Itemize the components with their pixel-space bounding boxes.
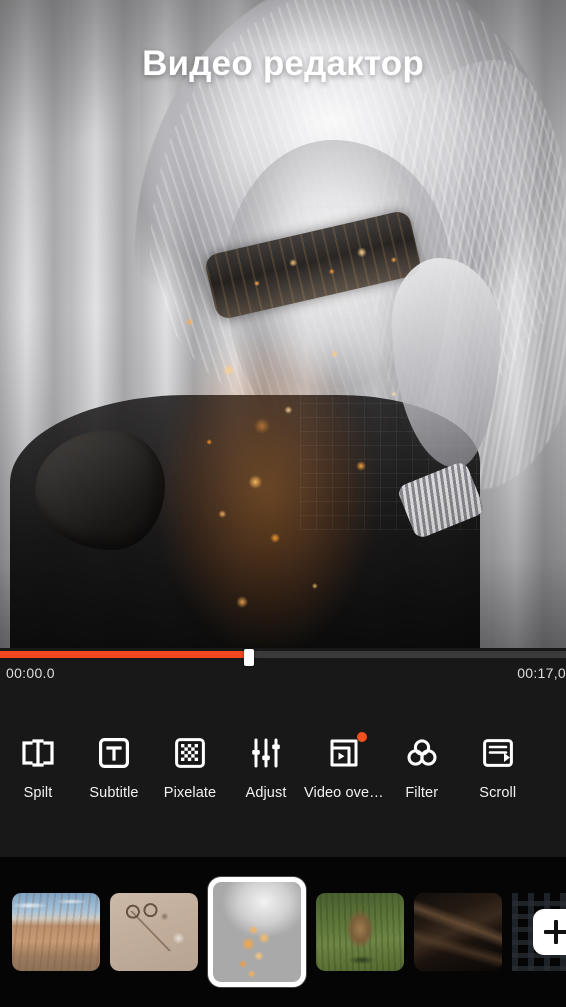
- tool-label: Video ove…: [304, 785, 384, 801]
- clip-image-desert-canyon: [12, 893, 100, 971]
- progress-thumb[interactable]: [244, 649, 255, 666]
- clip-thumbnail[interactable]: [12, 893, 100, 971]
- notification-badge: [356, 732, 367, 742]
- video-preview[interactable]: Видео редактор: [0, 0, 566, 648]
- progress-fill: [0, 651, 250, 658]
- subtitle-icon: [94, 733, 134, 773]
- tool-label: Filter: [405, 785, 439, 801]
- filter-icon: [402, 733, 442, 773]
- tool-label: Pixelate: [163, 785, 217, 801]
- tool-label: Spilt: [23, 785, 53, 801]
- tool-adjust[interactable]: Adjust: [228, 733, 304, 801]
- clip-image-portrait-video: [213, 882, 301, 982]
- page-title: Видео редактор: [142, 44, 424, 83]
- tool-label: Scroll: [479, 785, 517, 801]
- adjust-icon: [246, 733, 286, 773]
- clips-filmstrip[interactable]: [0, 857, 566, 1007]
- tools-toolbar: Spilt Subtitle Pixelate Adjust Video ove…: [0, 711, 566, 857]
- progress-track[interactable]: [0, 649, 566, 666]
- pixelate-icon: [170, 733, 210, 773]
- tool-spilt[interactable]: Spilt: [0, 733, 76, 801]
- clip-thumbnail-selected[interactable]: [208, 877, 306, 987]
- tool-filter[interactable]: Filter: [384, 733, 460, 801]
- add-clip-slot[interactable]: [512, 893, 566, 971]
- clip-thumbnail[interactable]: [414, 893, 502, 971]
- total-time-label: 00:17,0: [517, 665, 566, 681]
- clip-thumbnail[interactable]: [316, 893, 404, 971]
- tool-pixelate[interactable]: Pixelate: [152, 733, 228, 801]
- preview-subject: [0, 0, 566, 648]
- tool-scroll[interactable]: Scroll: [460, 733, 536, 801]
- clip-image-leopard-grass: [316, 893, 404, 971]
- tool-video-overlay[interactable]: Video ove…: [304, 732, 384, 801]
- video-overlay-icon: [324, 732, 367, 773]
- scroll-icon: [478, 733, 518, 773]
- tool-subtitle[interactable]: Subtitle: [76, 733, 152, 801]
- video-editor-app: Видео редактор 00:00.0 00:17,0 Spilt Sub…: [0, 0, 566, 1007]
- add-clip-button[interactable]: [533, 909, 566, 955]
- tool-label: Adjust: [245, 785, 287, 801]
- tool-label: Subtitle: [89, 785, 139, 801]
- clip-image-beige-flatlay: [110, 893, 198, 971]
- timeline-bar: 00:00.0 00:17,0: [0, 648, 566, 711]
- current-time-label: 00:00.0: [6, 665, 55, 681]
- clip-image-dark-abstract: [414, 893, 502, 971]
- split-icon: [18, 733, 58, 773]
- clip-thumbnail[interactable]: [110, 893, 198, 971]
